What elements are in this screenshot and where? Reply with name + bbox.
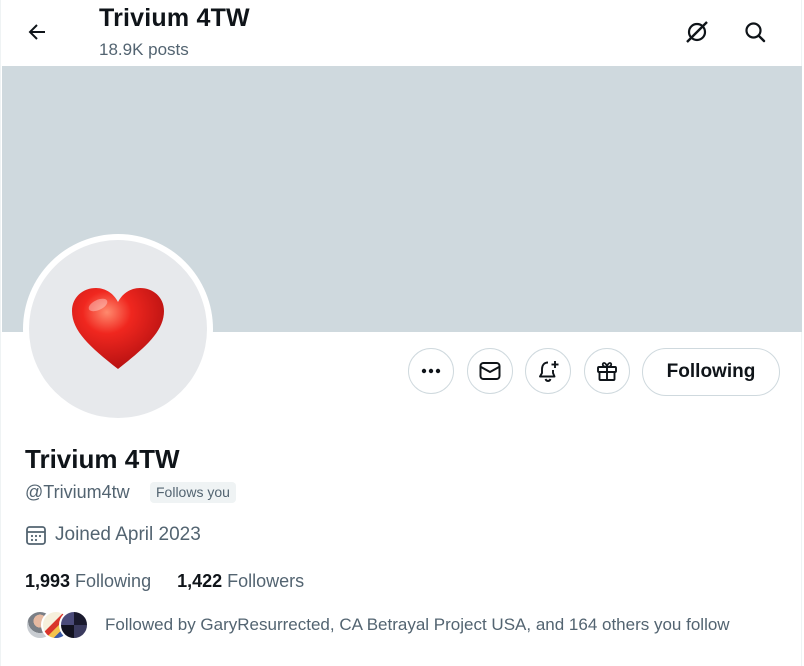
- followed-by-text: Followed by GaryResurrected, CA Betrayal…: [105, 615, 730, 634]
- gift-button[interactable]: [584, 348, 630, 394]
- calendar-icon: [25, 524, 47, 546]
- profile-column: Trivium 4TW 18.9K posts Following Triviu…: [0, 0, 802, 666]
- followers-count-link[interactable]: 1,422 Followers: [177, 571, 304, 592]
- follow-stats: 1,993 Following 1,422 Followers: [25, 571, 330, 592]
- followers-label: Followers: [227, 571, 305, 591]
- search-icon: [745, 22, 766, 43]
- followed-by-link[interactable]: Followed by GaryResurrected, CA Betrayal…: [25, 609, 730, 641]
- header-post-count: 18.9K posts: [99, 40, 189, 59]
- profile-display-name: Trivium 4TW: [25, 444, 180, 474]
- notifications-button[interactable]: [525, 348, 571, 394]
- grok-button[interactable]: [677, 12, 717, 52]
- message-button[interactable]: [467, 348, 513, 394]
- bell-plus-icon: [539, 361, 559, 382]
- avatar: [59, 610, 89, 640]
- following-button[interactable]: Following: [642, 348, 780, 396]
- following-count: 1,993: [25, 571, 71, 591]
- followers-count: 1,422: [177, 571, 223, 591]
- profile-handle: @Trivium4tw: [25, 482, 130, 502]
- following-count-link[interactable]: 1,993 Following: [25, 571, 151, 592]
- mutual-avatars: [25, 609, 91, 641]
- gift-icon: [597, 362, 617, 381]
- more-button[interactable]: [408, 348, 454, 394]
- joined-text: Joined April 2023: [55, 524, 201, 545]
- header-title: Trivium 4TW: [99, 4, 250, 32]
- avatar-image: [29, 240, 207, 418]
- grok-icon: [686, 21, 708, 43]
- follows-you-badge: Follows you: [150, 482, 236, 503]
- back-button[interactable]: [17, 12, 57, 52]
- following-label: Following: [75, 571, 152, 591]
- back-arrow-icon: [28, 24, 45, 40]
- envelope-icon: [479, 362, 501, 380]
- search-button[interactable]: [735, 12, 775, 52]
- joined-date: Joined April 2023: [25, 524, 201, 546]
- more-icon: [421, 368, 441, 374]
- red-heart-icon: [72, 288, 164, 369]
- profile-avatar[interactable]: [23, 234, 213, 424]
